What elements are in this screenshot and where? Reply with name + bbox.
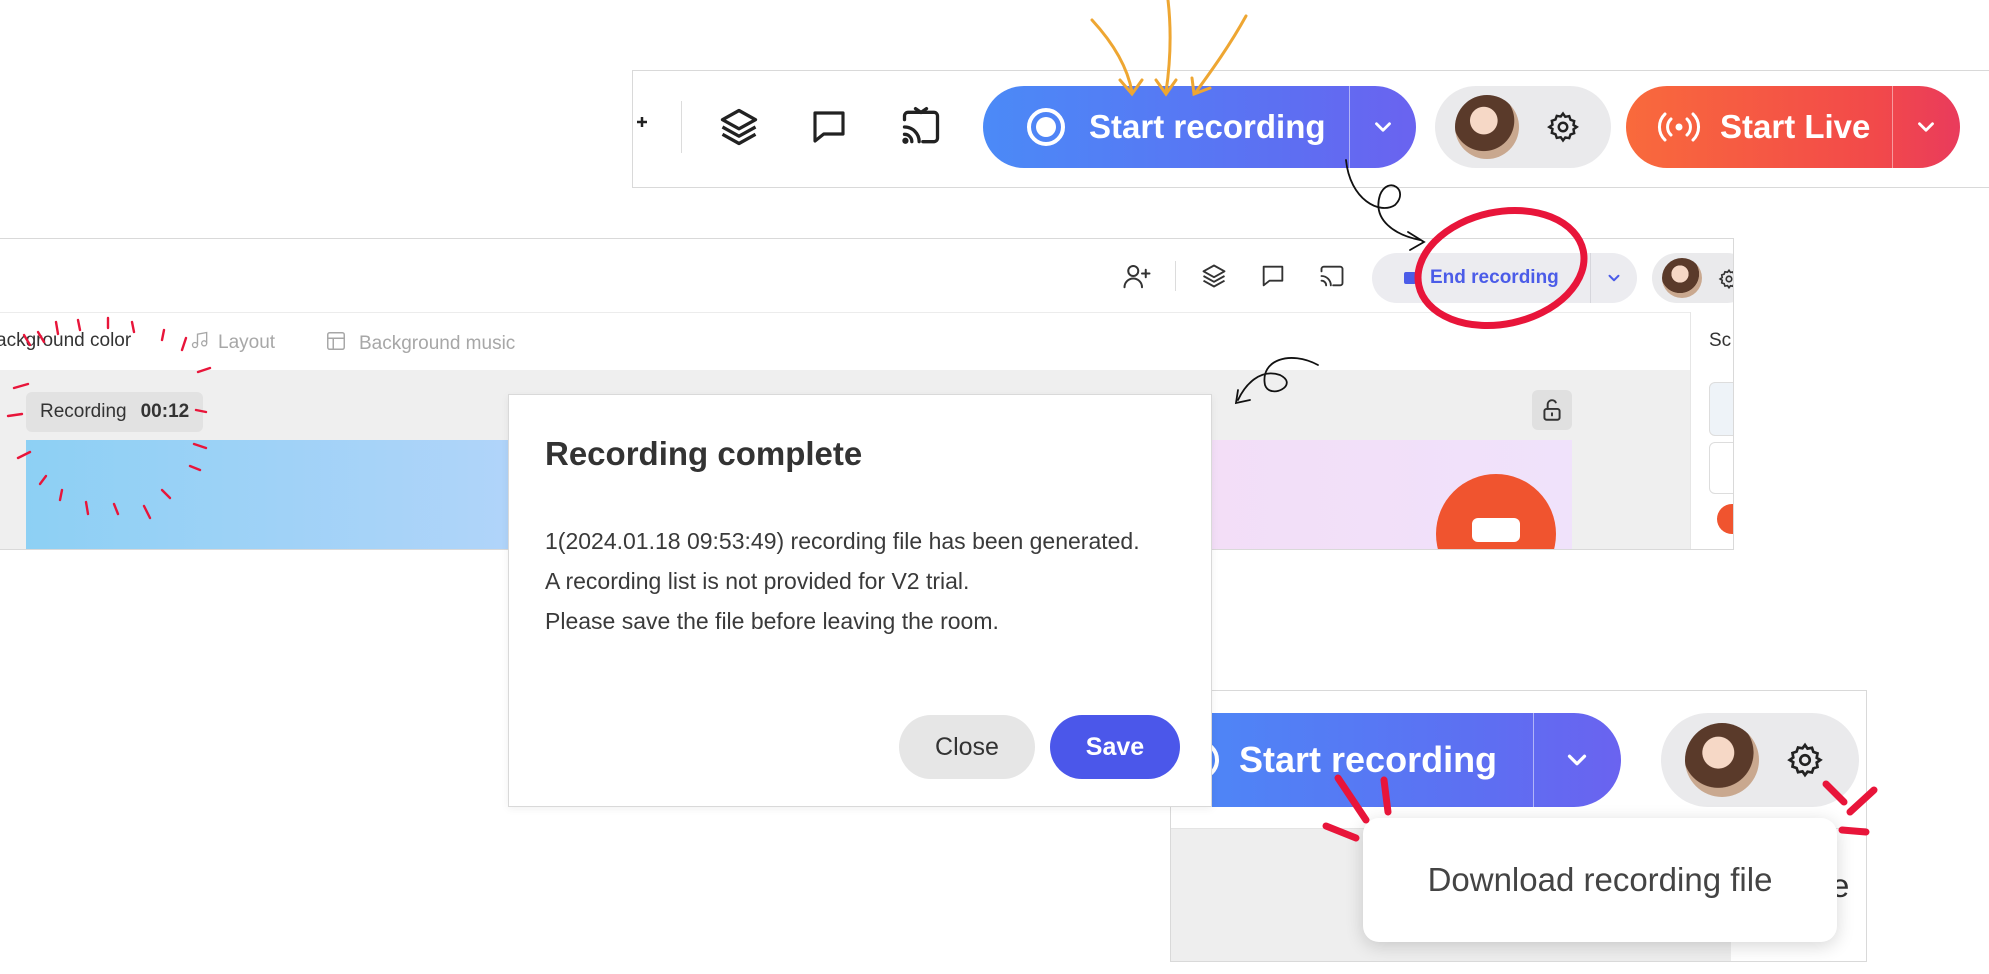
squiggle-arrow-icon: [1234, 357, 1319, 405]
highlight-circle-icon: [1414, 207, 1588, 329]
burst-marks-icon: [1322, 774, 1878, 842]
loop-arrow-icon: [1345, 159, 1426, 251]
orange-arrow-icon: [1090, 0, 1248, 97]
annotation-overlay: [6, 0, 1878, 842]
emphasis-dashes-icon: [6, 316, 212, 520]
